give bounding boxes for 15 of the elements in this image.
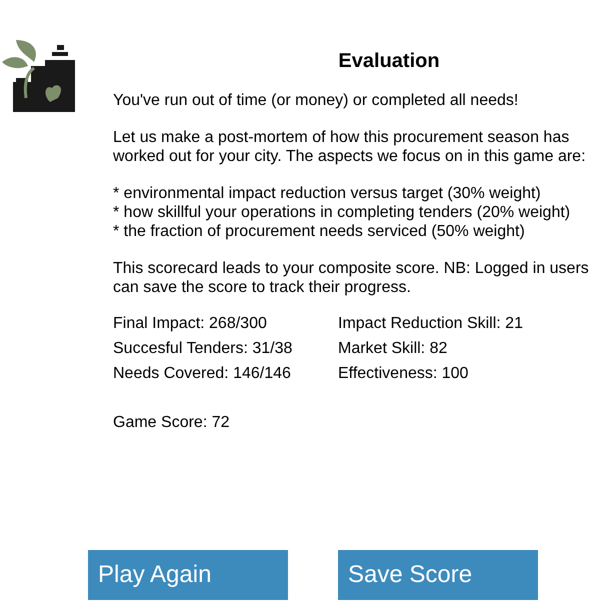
save-score-button[interactable]: Save Score [338, 550, 538, 600]
stat-text: Final Impact: 268/300 [113, 314, 268, 333]
page-title: Evaluation [337, 49, 441, 73]
stat-text: Impact Reduction Skill: 21 [338, 314, 524, 333]
stat-text: Market Skill: 82 [338, 339, 448, 358]
stat-text: Succesful Tenders: 31/38 [113, 339, 294, 358]
game-score: Game Score: 72 [113, 413, 230, 432]
play-again-button[interactable]: Play Again [88, 550, 288, 600]
paragraph: You've run out of time (or money) or completed all needs! [113, 91, 520, 110]
paragraph: Let us make a post-mortem of how this procurement season has worked out for your city. The aspects we focus on in this game are: [113, 128, 587, 166]
stat-text: Effectiveness: 100 [338, 364, 470, 383]
logo-icon [2, 38, 75, 112]
stat-text: Needs Covered: 146/146 [113, 364, 292, 383]
paragraph: * environmental impact reduction versus target (30% weight) * how skillful your operations in completing tenders (20% weight) * the fraction of procurement needs serviced (50% weight) [113, 184, 572, 241]
paragraph: This scorecard leads to your composite score. NB: Logged in users can save the score to track their progress. [113, 259, 590, 297]
